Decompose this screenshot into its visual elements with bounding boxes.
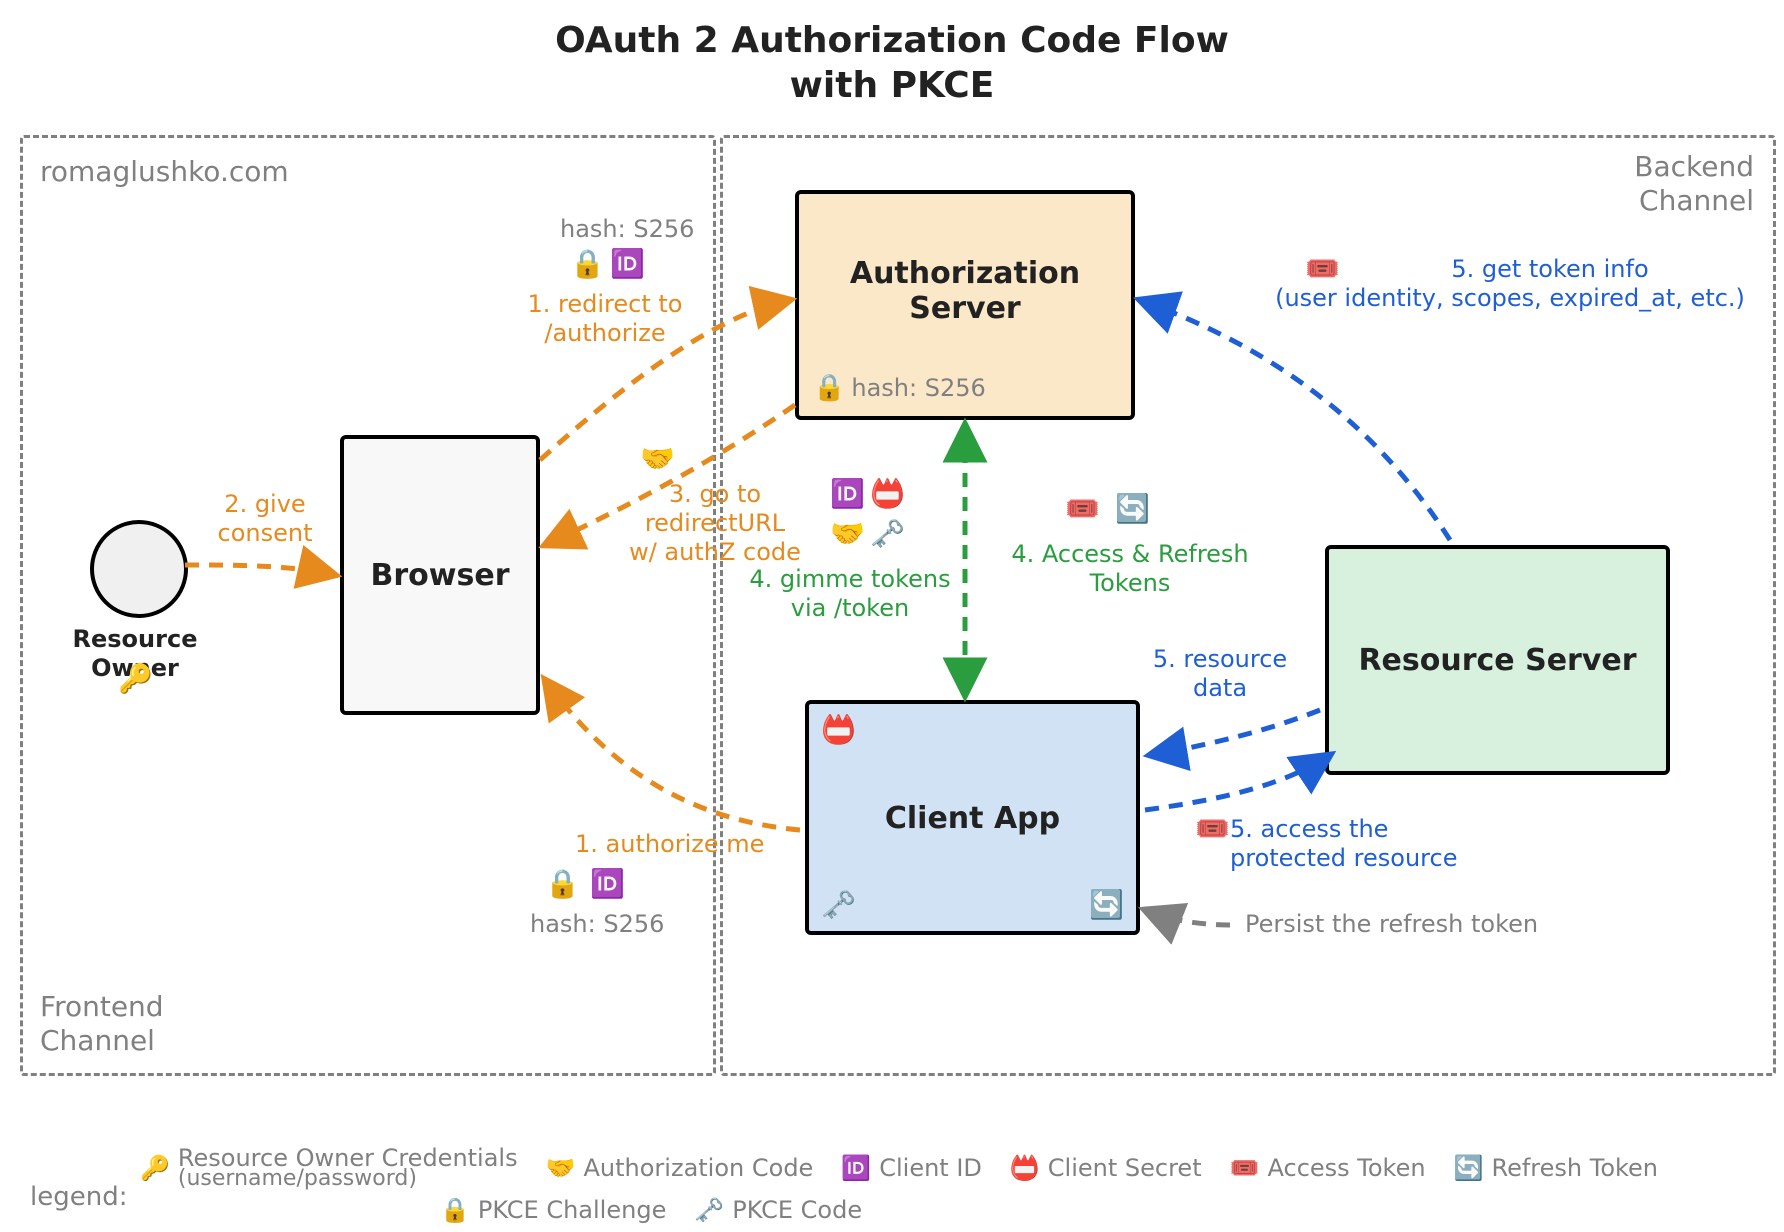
client-key-icon: 🗝️ (821, 891, 856, 919)
key-icon: 🔑 (118, 665, 153, 693)
handshake-icon: 🤝 (546, 1154, 576, 1182)
lock-icon: 🔒 (570, 250, 605, 278)
id-icon: 🆔 (590, 870, 625, 898)
title-line-2: with PKCE (790, 65, 995, 106)
region-frontend-label-top: romaglushko.com (40, 155, 289, 189)
step-5-data-label: 5. resource data (1130, 645, 1310, 703)
node-browser: Browser (340, 435, 540, 715)
step-4b-label: 4. Access & Refresh Tokens (990, 540, 1270, 598)
id-icon: 🆔 (610, 250, 645, 278)
step-5-token-info-label: 5. get token info (user identity, scopes… (1250, 255, 1770, 313)
step-3-label: 3. go to redirectURL w/ authZ code (620, 480, 810, 566)
node-resource-server: Resource Server (1325, 545, 1670, 775)
refresh-icon: 🔄 (1115, 495, 1150, 523)
key-icon: 🔑 (140, 1154, 170, 1182)
node-resource-server-label: Resource Server (1358, 643, 1636, 678)
legend-row-2: 🔒 PKCE Challenge 🗝️ PKCE Code (20, 1196, 1764, 1224)
step-2-label: 2. give consent (200, 490, 330, 548)
node-auth-server-label-l2: Server (850, 291, 1080, 326)
badge-icon: 📛 (1010, 1154, 1040, 1182)
node-browser-label: Browser (371, 558, 510, 593)
legend-item-credentials: 🔑 Resource Owner Credentials (username/p… (140, 1146, 518, 1190)
refresh-icon: 🔄 (1089, 891, 1124, 919)
client-key-icon: 🗝️ (694, 1196, 724, 1224)
step-1-authorize-label: 1. authorize me (575, 830, 764, 859)
id-icon: 🆔 (841, 1154, 871, 1182)
legend-label: legend: (30, 1182, 127, 1212)
region-backend-label: Backend Channel (1634, 150, 1754, 217)
legend-item-refresh-token: 🔄 Refresh Token (1454, 1154, 1658, 1182)
handshake-icon: 🤝 (830, 520, 865, 548)
step-1-redirect-hash: hash: S256 (560, 215, 694, 244)
legend-item-client-id: 🆔 Client ID (841, 1154, 982, 1182)
title-line-1: OAuth 2 Authorization Code Flow (555, 20, 1229, 61)
lock-icon: 🔒 (440, 1196, 470, 1224)
client-key-icon: 🗝️ (870, 520, 905, 548)
node-resource-owner-circle (90, 520, 188, 618)
handshake-icon: 🤝 (640, 445, 675, 473)
legend: legend: 🔑 Resource Owner Credentials (us… (20, 1140, 1764, 1224)
node-client-app: 📛 Client App 🗝️ 🔄 (805, 700, 1140, 935)
legend-row-1: 🔑 Resource Owner Credentials (username/p… (20, 1146, 1764, 1190)
ticket-icon: 🎟️ (1065, 495, 1100, 523)
badge-icon: 📛 (870, 480, 905, 508)
diagram-title: OAuth 2 Authorization Code Flow with PKC… (0, 18, 1784, 108)
step-1-authorize-hash: hash: S256 (530, 910, 664, 939)
lock-icon: 🔒 (545, 870, 580, 898)
legend-item-auth-code: 🤝 Authorization Code (546, 1154, 814, 1182)
badge-icon: 📛 (821, 713, 856, 746)
node-auth-server: Authorization Server 🔒 hash: S256 (795, 190, 1135, 420)
legend-item-access-token: 🎟️ Access Token (1230, 1154, 1426, 1182)
legend-item-pkce-code: 🗝️ PKCE Code (694, 1196, 862, 1224)
lock-icon: 🔒 (813, 375, 845, 401)
node-client-app-label: Client App (885, 801, 1060, 836)
persist-token-label: Persist the refresh token (1245, 910, 1538, 939)
step-1-redirect-label: 1. redirect to /authorize (500, 290, 710, 348)
id-icon: 🆔 (830, 480, 865, 508)
step-4a-label: 4. gimme tokens via /token (740, 565, 960, 623)
ticket-icon: 🎟️ (1195, 815, 1230, 843)
region-frontend-label-bottom: Frontend Channel (40, 990, 164, 1057)
node-auth-server-label-l1: Authorization (850, 256, 1080, 291)
legend-item-pkce-challenge: 🔒 PKCE Challenge (440, 1196, 666, 1224)
step-5-access-label: 5. access the protected resource (1230, 815, 1490, 873)
refresh-icon: 🔄 (1454, 1154, 1484, 1182)
legend-item-client-secret: 📛 Client Secret (1010, 1154, 1202, 1182)
ticket-icon: 🎟️ (1230, 1154, 1260, 1182)
auth-server-hash-label: hash: S256 (851, 374, 985, 402)
